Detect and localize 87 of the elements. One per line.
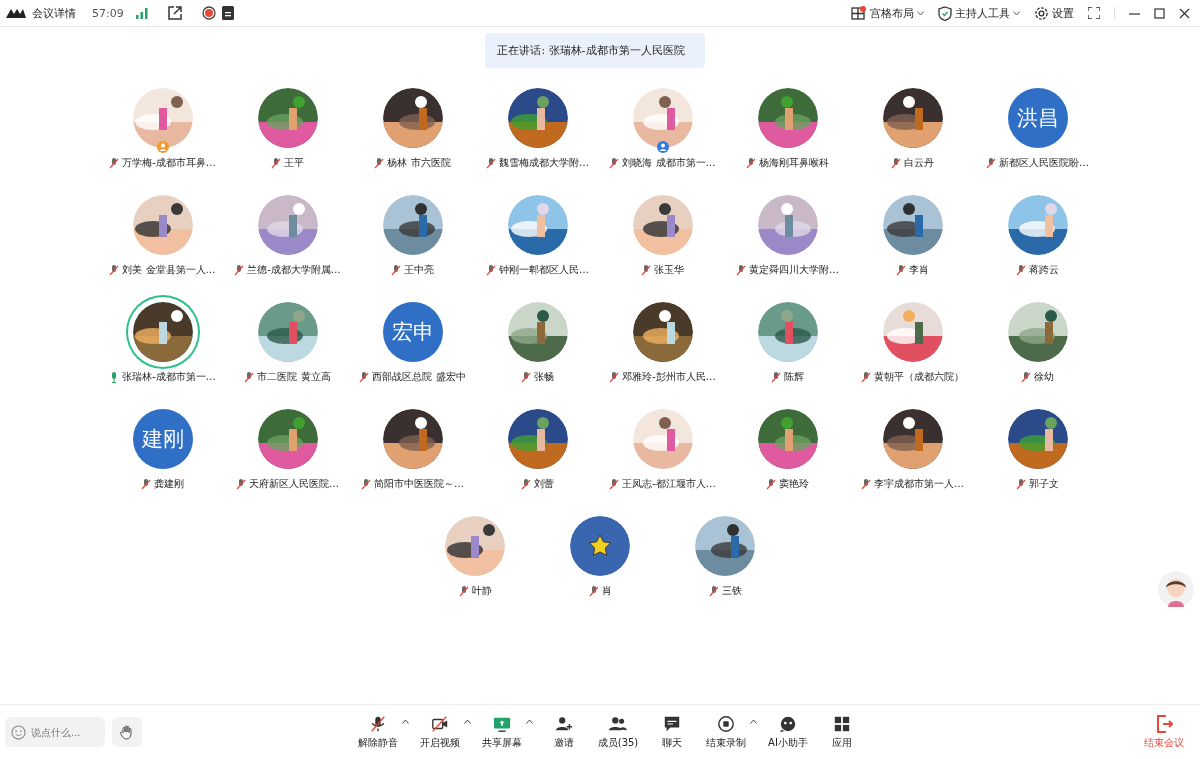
participant-name: 邓雅玲-彭州市人民…: [622, 370, 716, 384]
participant-name: 李宇成都市第一人…: [874, 477, 964, 491]
toolbar-button[interactable]: 开启视频: [417, 714, 463, 750]
robot-icon: [779, 714, 797, 733]
toolbar-button[interactable]: 邀请: [541, 714, 587, 750]
host-tools-menu[interactable]: 主持人工具: [938, 5, 1020, 21]
toolbar-button[interactable]: 成员(35): [595, 714, 641, 750]
participant-name: 白云丹: [904, 156, 934, 170]
meeting-timer: 57:09: [92, 6, 124, 20]
participant-name: 天府新区人民医院…: [249, 477, 339, 491]
video-off-icon: [431, 714, 449, 733]
participant-name: 郭子文: [1029, 477, 1059, 491]
emoji-icon[interactable]: [11, 724, 26, 740]
participant-name: 张玉华: [654, 263, 684, 277]
participant-name: 蒋跨云: [1029, 263, 1059, 277]
participant-name: 刘晓海 成都市第一…: [622, 156, 716, 170]
caret-icon[interactable]: [526, 718, 533, 724]
end-meeting-button[interactable]: 结束会议: [1144, 714, 1184, 750]
participant-name: 徐幼: [1034, 370, 1054, 384]
caret-icon[interactable]: [750, 718, 757, 724]
toolbar-button[interactable]: 共享屏幕: [479, 714, 525, 750]
participant-name: 钟刚一郫都区人民…: [499, 263, 589, 277]
participant-name: 黄朝平（成都六院）: [874, 370, 964, 384]
participant-name: 西部战区总院 盛宏中: [372, 370, 466, 384]
participant-name: 龚建刚: [154, 477, 184, 491]
participant-name: 张瑞林-成都市第一…: [122, 370, 216, 384]
avatar-initials: 宏申: [382, 302, 443, 362]
participant-name: 万学梅-成都市耳鼻…: [122, 156, 216, 170]
caret-icon[interactable]: [464, 718, 471, 724]
toolbar-button[interactable]: 应用: [819, 714, 865, 750]
avatar-initials: 洪昌: [1007, 88, 1068, 148]
caret-icon[interactable]: [402, 718, 409, 724]
participant-name: 杨海刚耳鼻喉科: [759, 156, 829, 170]
participant-name: 三铁: [721, 584, 742, 598]
star-avatar-icon: [570, 516, 630, 576]
grid-icon: [851, 6, 867, 20]
people-icon: [609, 714, 627, 733]
raise-hand-button[interactable]: [112, 717, 142, 747]
participant-name: 陈辉: [784, 370, 804, 384]
avatar-initials: 建刚: [132, 409, 193, 469]
participant-name: 王平: [284, 156, 304, 170]
toolbar-button[interactable]: AI小助手: [765, 714, 811, 750]
participant-name: 窦艳玲: [779, 477, 809, 491]
maximize-icon[interactable]: [1154, 7, 1165, 19]
toolbar-button[interactable]: 结束录制: [703, 714, 749, 750]
participant-name: 张畅: [534, 370, 554, 384]
hand-icon: [119, 724, 135, 740]
close-icon[interactable]: [1179, 7, 1190, 19]
participant-name: 叶静: [471, 584, 492, 598]
participant-name: 王中亮: [404, 263, 434, 277]
settings-button[interactable]: 设置: [1034, 5, 1074, 21]
external-link-icon[interactable]: [167, 6, 182, 20]
participant-name: 魏雪梅成都大学附…: [499, 156, 589, 170]
stop-record-icon: [717, 714, 735, 733]
settings-icon: [1034, 5, 1049, 21]
participant-name: 兰德-成都大学附属…: [247, 263, 341, 277]
logo-icon: [6, 7, 26, 19]
participant-name: 黄定舜四川大学附…: [749, 263, 839, 277]
speaking-banner: 正在讲话: 张瑞林-成都市第一人民医院: [485, 33, 705, 68]
participant-name: 肖: [601, 584, 612, 598]
chevron-down-icon: [917, 10, 924, 16]
muted-mic-icon: [369, 714, 387, 733]
participant-name: 简阳市中医医院～…: [374, 477, 464, 491]
participant-name: 刘美 金堂县第一人…: [122, 263, 216, 277]
chat-input-field[interactable]: 说点什么...: [31, 722, 99, 742]
participant-name: 刘蕾: [534, 477, 554, 491]
toolbar-button[interactable]: 聊天: [649, 714, 695, 750]
toolbar-button[interactable]: 解除静音: [355, 714, 401, 750]
meeting-details-link[interactable]: 会议详情: [32, 5, 76, 21]
participant-name: 新都区人民医院盼…: [999, 156, 1089, 170]
record-icon[interactable]: [201, 6, 216, 20]
participant-name: 李肖: [909, 263, 929, 277]
document-icon[interactable]: [221, 6, 234, 20]
chat-box[interactable]: 说点什么...: [5, 717, 105, 747]
assistant-avatar-icon[interactable]: [1158, 571, 1194, 607]
shield-icon: [938, 5, 952, 21]
grid-layout-menu[interactable]: 宫格布局: [851, 5, 924, 21]
add-person-icon: [555, 714, 573, 733]
apps-grid-icon: [833, 714, 851, 733]
chat-icon: [663, 714, 681, 733]
chevron-down-icon: [1013, 10, 1020, 16]
fullscreen-icon[interactable]: [1088, 7, 1100, 19]
exit-icon: [1155, 714, 1173, 733]
signal-icon: [135, 7, 148, 19]
participant-name: 王凤志-都江堰市人…: [622, 477, 716, 491]
participant-name: 杨林 市六医院: [387, 156, 451, 170]
participant-name: 市二医院 黄立高: [257, 370, 331, 384]
